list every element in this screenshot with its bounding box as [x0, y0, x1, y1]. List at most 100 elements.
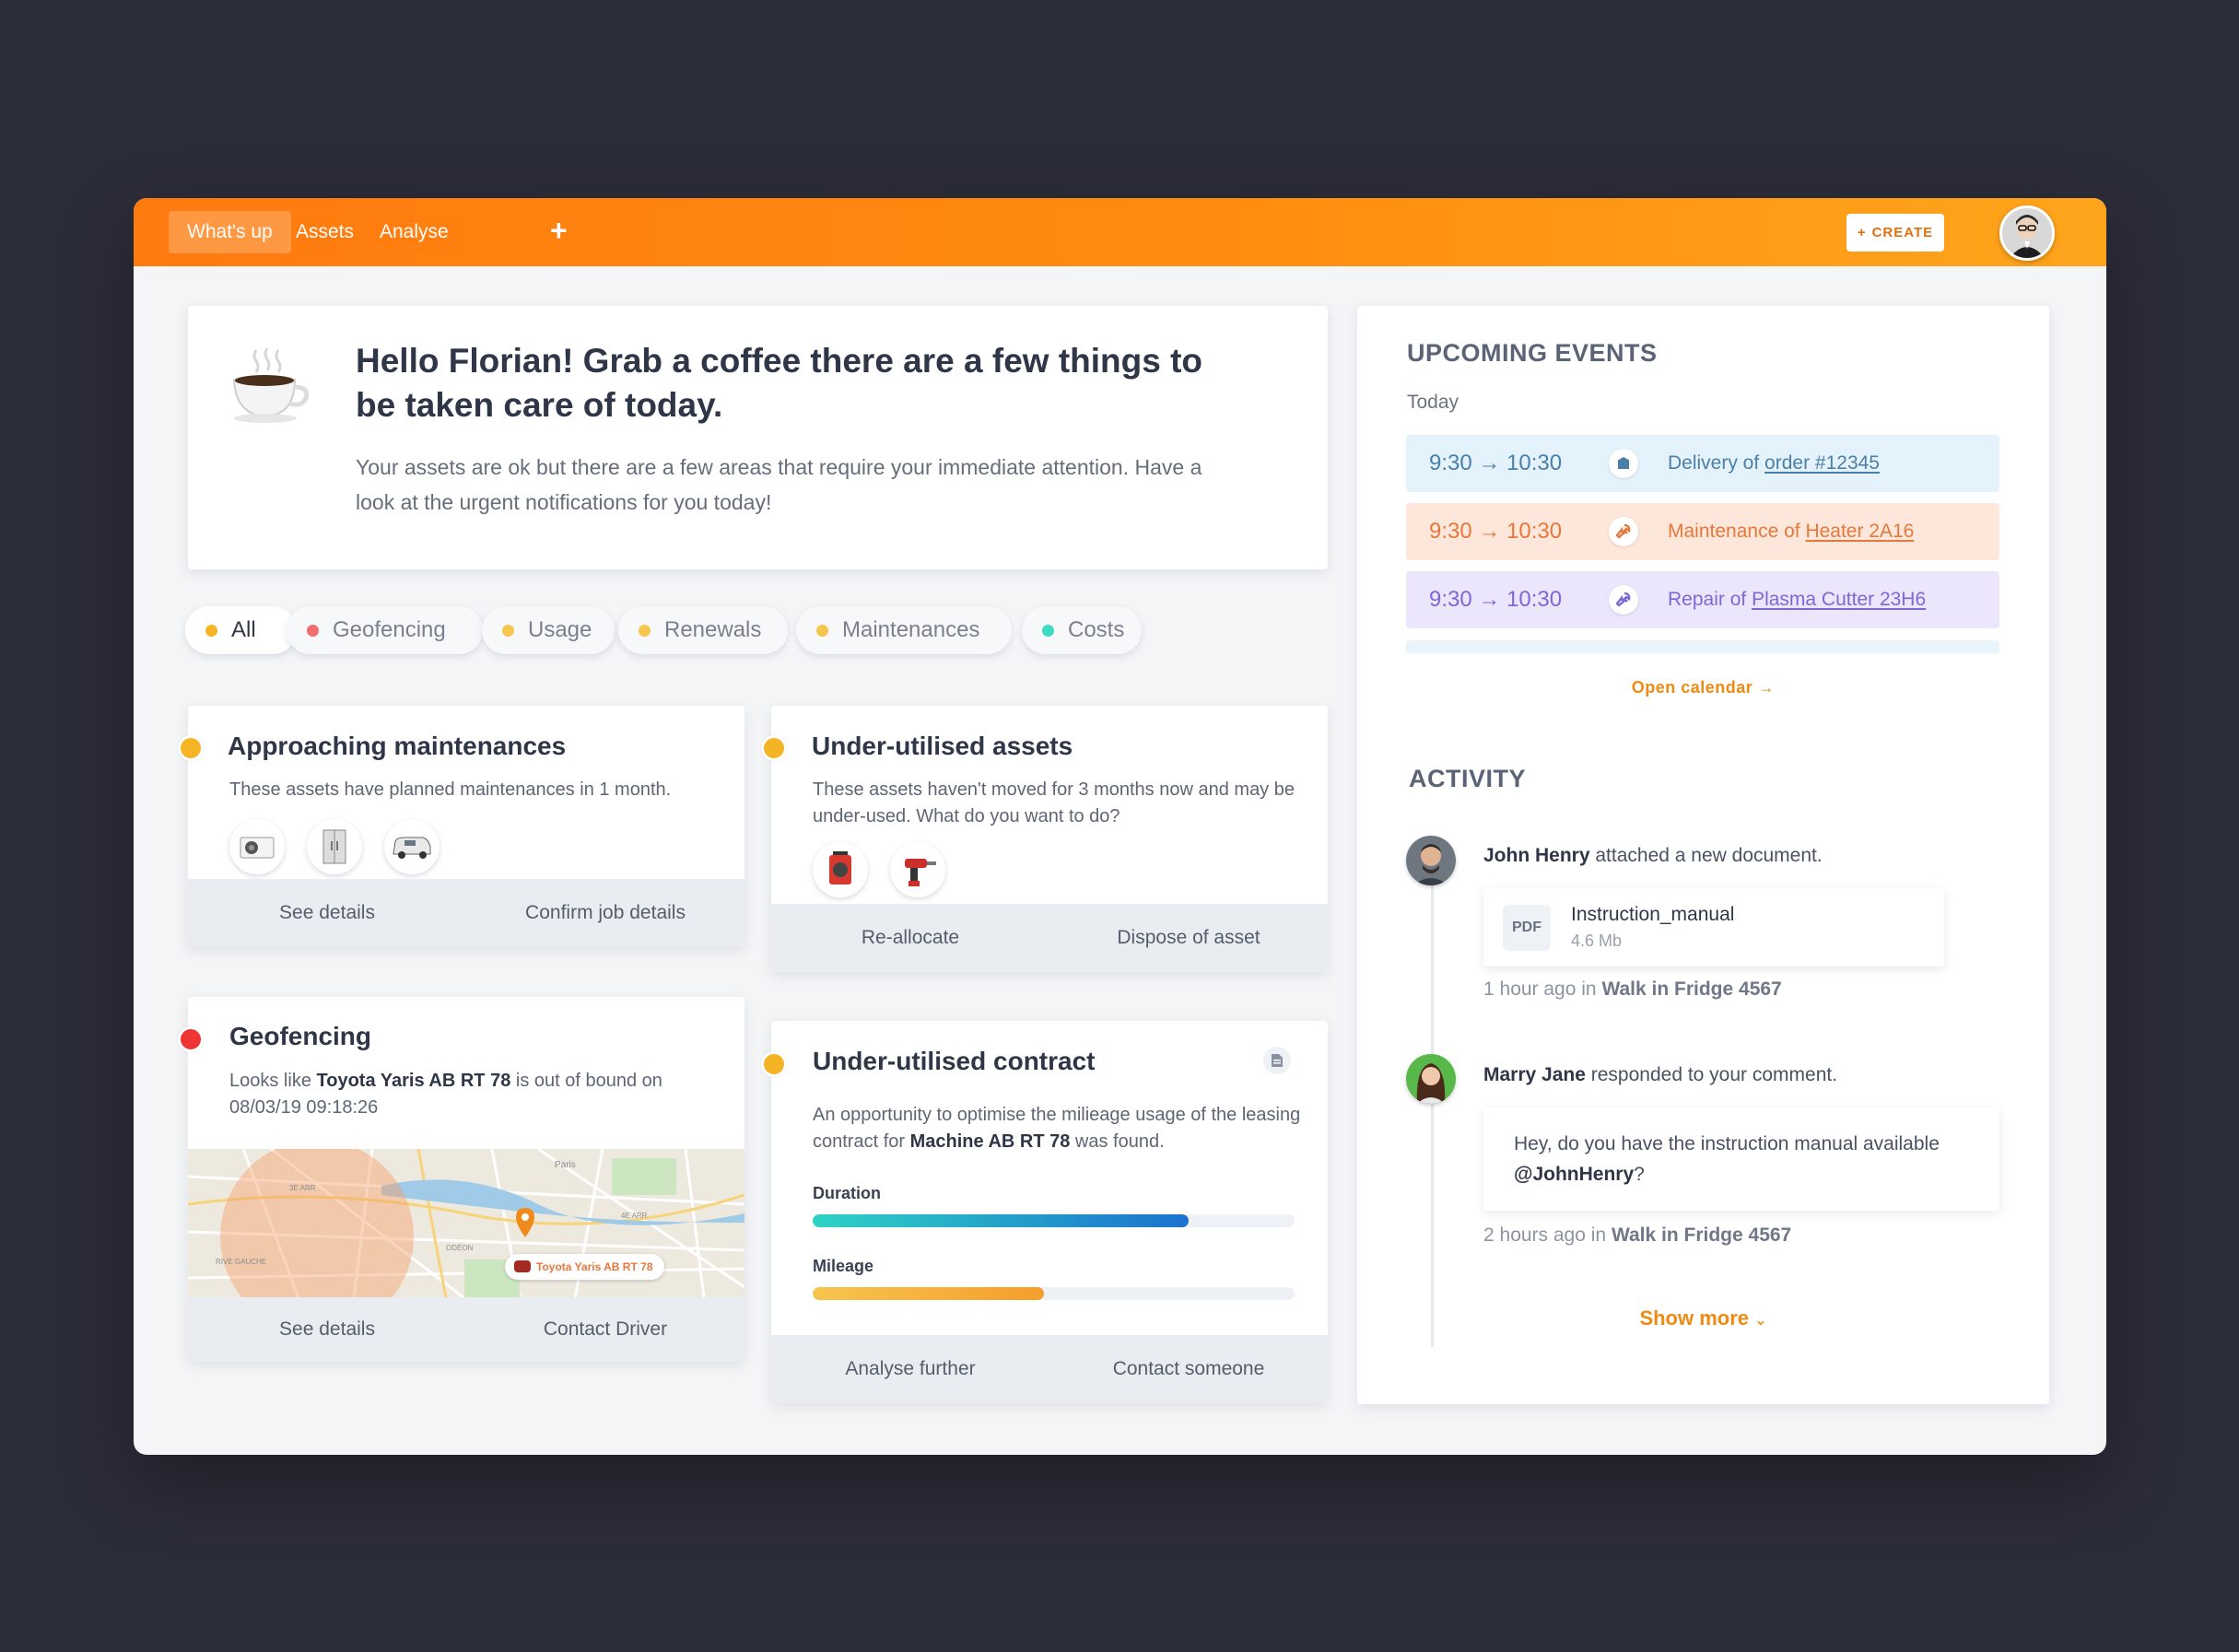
- avatar[interactable]: [1406, 1054, 1456, 1104]
- tab-whats-up[interactable]: What's up: [169, 211, 291, 253]
- van-icon: [393, 837, 431, 859]
- card-actions: See details Confirm job details: [188, 879, 744, 947]
- car-icon: [514, 1260, 531, 1272]
- document-icon[interactable]: [1263, 1047, 1291, 1074]
- asset-thumb-drill[interactable]: [890, 842, 945, 897]
- filter-all-dot: [205, 625, 217, 637]
- card-description: Looks like Toyota Yaris AB RT 78 is out …: [229, 1068, 727, 1121]
- fridge-icon: [322, 829, 346, 864]
- create-button[interactable]: + CREATE: [1846, 214, 1944, 252]
- card-actions: Analyse further Contact someone: [771, 1335, 1328, 1403]
- map-vehicle-label: Toyota Yaris AB RT 78: [536, 1260, 653, 1273]
- user-name[interactable]: Marry Jane: [1483, 1064, 1586, 1085]
- welcome-text: Your assets are ok but there are a few a…: [356, 455, 1202, 514]
- open-calendar-link[interactable]: Open calendar →: [1357, 678, 2049, 697]
- event-time: 9:30 → 10:30: [1429, 519, 1563, 544]
- event-link[interactable]: Heater 2A16: [1805, 521, 1914, 542]
- activity-text: John Henry attached a new document.: [1483, 845, 1823, 866]
- app-window: What's up Assets Analyse + + CREATE Hell…: [134, 198, 2106, 1455]
- event-label: Maintenance of Heater 2A16: [1668, 521, 1915, 542]
- activity-title: ACTIVITY: [1409, 765, 1527, 792]
- marry-jane-avatar: [1406, 1054, 1456, 1104]
- see-details-button[interactable]: See details: [188, 1297, 466, 1362]
- event-label: Repair of Plasma Cutter 23H6: [1668, 589, 1927, 610]
- card-description: An opportunity to optimise the milieage …: [813, 1102, 1310, 1155]
- file-icon: [1272, 1054, 1283, 1067]
- asset-thumb-aircon[interactable]: [229, 819, 285, 874]
- duration-progress-fill: [813, 1214, 1189, 1227]
- user-avatar[interactable]: [1999, 205, 2055, 261]
- map-label: RIVE GAUCHE: [216, 1258, 266, 1266]
- tab-analyse[interactable]: Analyse: [361, 211, 467, 253]
- upcoming-events-title: UPCOMING EVENTS: [1407, 339, 1658, 367]
- geofencing-card: Geofencing Looks like Toyota Yaris AB RT…: [178, 997, 744, 1362]
- filter-usage-label: Usage: [528, 617, 592, 642]
- warning-indicator: [761, 735, 787, 761]
- filter-all[interactable]: All: [185, 606, 297, 654]
- user-name[interactable]: John Henry: [1483, 845, 1590, 866]
- map-label: Paris: [555, 1160, 576, 1170]
- comment-text: Hey, do you have the instruction manual …: [1514, 1133, 1940, 1185]
- duration-progress: [813, 1214, 1295, 1227]
- card-title: Under-utilised contract: [813, 1047, 1096, 1075]
- dispose-of-asset-button[interactable]: Dispose of asset: [1049, 904, 1328, 972]
- filter-usage[interactable]: Usage: [482, 606, 615, 654]
- event-label: Delivery of order #12345: [1668, 452, 1880, 474]
- event-item[interactable]: 9:30 → 10:30 Repair of Plasma Cutter 23H…: [1406, 571, 1999, 628]
- maintenance-card: Approaching maintenances These assets ha…: [178, 706, 744, 947]
- desc-text: Looks like: [229, 1071, 311, 1091]
- geofence-map[interactable]: Paris 3E ARR 4E ARR ODÉON RIVE GAUCHE To…: [188, 1149, 744, 1298]
- map-image: Paris 3E ARR 4E ARR ODÉON RIVE GAUCHE: [188, 1149, 744, 1298]
- plus-icon: +: [1857, 225, 1867, 240]
- see-details-button[interactable]: See details: [188, 879, 466, 947]
- mileage-label: Mileage: [813, 1257, 874, 1275]
- coffee-icon: [232, 347, 310, 423]
- machine-name: Machine AB RT 78: [909, 1131, 1071, 1152]
- event-link[interactable]: Plasma Cutter 23H6: [1752, 589, 1926, 610]
- document-size: 4.6 Mb: [1571, 931, 1623, 950]
- events-day-label: Today: [1407, 392, 1459, 413]
- filter-maintenances[interactable]: Maintenances: [796, 606, 1012, 654]
- aircon-icon: [240, 837, 275, 859]
- activity-meta: 1 hour ago in Walk in Fridge 4567: [1483, 978, 1782, 1000]
- welcome-title: Hello Florian! Grab a coffee there are a…: [356, 342, 1203, 424]
- event-item[interactable]: 9:30 → 10:30 Delivery of order #12345: [1406, 435, 1999, 492]
- contact-someone-button[interactable]: Contact someone: [1049, 1335, 1328, 1403]
- event-link[interactable]: order #12345: [1764, 452, 1880, 474]
- activity-timeline: [1431, 877, 1434, 1347]
- show-more-button[interactable]: Show more ⌄: [1357, 1306, 2049, 1330]
- under-utilised-contract-card: Under-utilised contract An opportunity t…: [761, 1021, 1328, 1403]
- filter-renewals[interactable]: Renewals: [618, 606, 788, 654]
- confirm-job-details-button[interactable]: Confirm job details: [466, 879, 744, 947]
- filter-geofencing[interactable]: Geofencing: [287, 606, 483, 654]
- tab-assets[interactable]: Assets: [277, 211, 372, 253]
- drill-icon: [905, 859, 936, 886]
- event-item[interactable]: 9:30 → 10:30 Maintenance of Heater 2A16: [1406, 503, 1999, 560]
- pdf-icon: PDF: [1503, 905, 1551, 951]
- re-allocate-button[interactable]: Re-allocate: [771, 904, 1049, 972]
- filter-costs[interactable]: Costs: [1022, 606, 1142, 654]
- heater-icon: [829, 851, 851, 885]
- arrow-right-icon: →: [1757, 678, 1776, 697]
- warning-indicator: [761, 1051, 787, 1077]
- duration-label: Duration: [813, 1184, 881, 1202]
- location-link[interactable]: Walk in Fridge 4567: [1601, 978, 1781, 1000]
- location-link[interactable]: Walk in Fridge 4567: [1612, 1224, 1791, 1246]
- map-vehicle-tag[interactable]: Toyota Yaris AB RT 78: [505, 1254, 664, 1280]
- mention-link[interactable]: @JohnHenry: [1514, 1164, 1634, 1185]
- asset-thumb-fridge[interactable]: [307, 819, 362, 874]
- analyse-further-button[interactable]: Analyse further: [771, 1335, 1049, 1403]
- filter-geofencing-dot: [307, 625, 319, 637]
- document-attachment[interactable]: PDF Instruction_manual 4.6 Mb: [1483, 887, 1944, 967]
- chevron-down-icon: ⌄: [1754, 1313, 1767, 1329]
- comment-bubble: Hey, do you have the instruction manual …: [1483, 1107, 1999, 1211]
- filter-costs-label: Costs: [1068, 617, 1125, 642]
- alert-indicator: [178, 1026, 204, 1052]
- contact-driver-button[interactable]: Contact Driver: [466, 1297, 744, 1362]
- create-button-label: CREATE: [1871, 225, 1934, 240]
- asset-thumb-van[interactable]: [384, 819, 440, 874]
- asset-thumb-heater[interactable]: [813, 842, 868, 897]
- card-title: Approaching maintenances: [228, 732, 567, 760]
- avatar[interactable]: [1406, 836, 1456, 885]
- add-tab-icon[interactable]: +: [550, 209, 568, 252]
